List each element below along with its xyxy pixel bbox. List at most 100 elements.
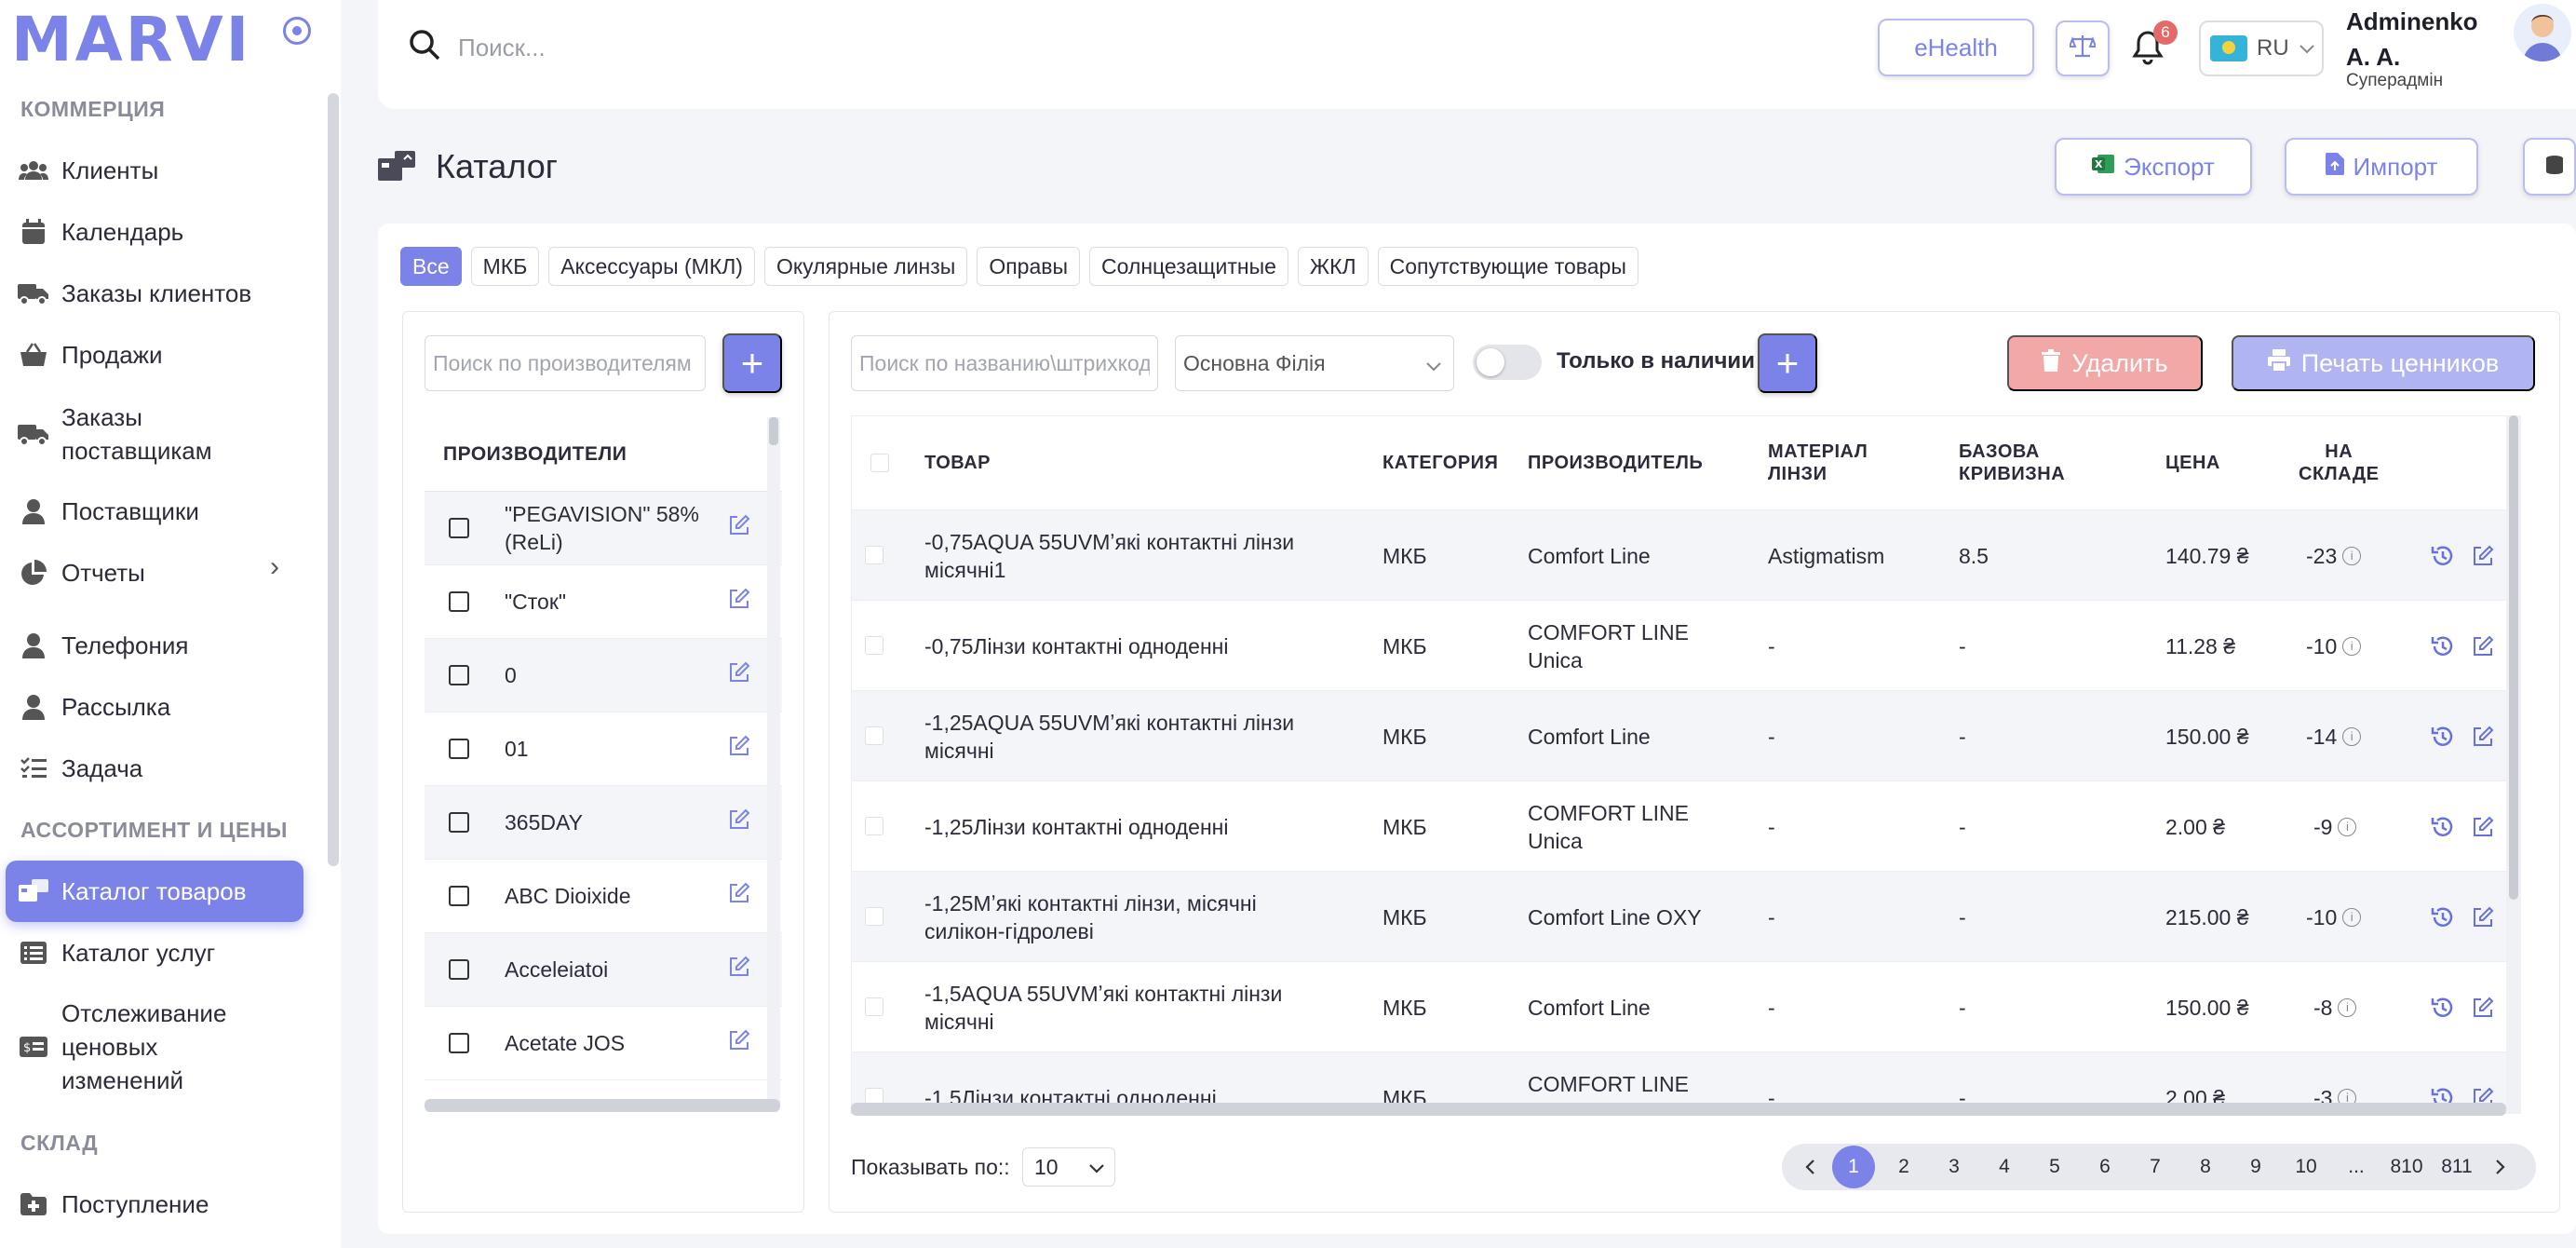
next-page-icon[interactable]	[2482, 1159, 2519, 1175]
history-icon[interactable]	[2431, 510, 2455, 601]
list-item[interactable]: "Сток"	[425, 565, 782, 639]
table-row[interactable]: -0,75Лінзи контактні одноденні МКБ COMFO…	[852, 600, 2520, 691]
products-table-scrollbar[interactable]	[2506, 415, 2521, 1114]
sidebar-item-product-catalog[interactable]: Каталог товаров	[6, 861, 303, 922]
app-logo[interactable]: MARVI	[11, 4, 251, 75]
edit-icon[interactable]	[2472, 691, 2494, 781]
edit-icon[interactable]	[728, 661, 750, 689]
checkbox[interactable]	[449, 812, 469, 833]
table-row[interactable]: -1,5AQUA 55UVMʼякі контактні лінзи місяч…	[852, 961, 2520, 1052]
checkbox[interactable]	[449, 886, 469, 906]
info-icon[interactable]: i	[2342, 907, 2362, 927]
edit-icon[interactable]	[728, 1029, 750, 1057]
edit-icon[interactable]	[2472, 601, 2494, 691]
sidebar-item-mailing[interactable]: Рассылка	[6, 689, 303, 725]
checkbox[interactable]	[449, 518, 469, 538]
product-name[interactable]: -1,25Лінзи контактні одноденні	[924, 781, 1334, 872]
history-icon[interactable]	[2431, 872, 2455, 962]
row-checkbox[interactable]	[865, 726, 883, 745]
history-icon[interactable]	[2431, 601, 2455, 691]
info-icon[interactable]: i	[2338, 997, 2357, 1017]
page-button[interactable]: 8	[2180, 1146, 2231, 1188]
list-item[interactable]: Acceleiatoi	[425, 933, 782, 1007]
history-icon[interactable]	[2431, 691, 2455, 781]
only-in-stock-toggle[interactable]	[1473, 345, 1542, 380]
product-name[interactable]: -1,25Мʼякі контактні лінзи, місячні силі…	[924, 872, 1334, 962]
sidebar-item-suppliers[interactable]: Поставщики	[6, 494, 303, 529]
tab-spectacle-lenses[interactable]: Окулярные линзы	[763, 247, 968, 286]
page-button[interactable]: 4	[1979, 1146, 2030, 1188]
tab-zhkl[interactable]: ЖКЛ	[1297, 247, 1369, 286]
sidebar-item-calendar[interactable]: Календарь	[6, 214, 303, 250]
history-icon[interactable]	[2431, 781, 2455, 872]
delete-button[interactable]: Удалить	[2007, 335, 2203, 391]
avatar[interactable]	[2514, 4, 2571, 61]
tab-accessories[interactable]: Аксессуары (МКЛ)	[548, 247, 755, 286]
import-button[interactable]: Импорт	[2285, 138, 2478, 196]
page-button[interactable]: 2	[1879, 1146, 1929, 1188]
page-button[interactable]: 5	[2030, 1146, 2080, 1188]
tab-all[interactable]: Все	[400, 247, 462, 286]
print-price-tags-button[interactable]: Печать ценников	[2232, 335, 2535, 391]
table-row[interactable]: -1,25Мʼякі контактні лінзи, місячні силі…	[852, 871, 2520, 962]
edit-icon[interactable]	[2472, 962, 2494, 1052]
manufacturer-list-scrollbar[interactable]	[767, 417, 780, 1103]
info-icon[interactable]: i	[2338, 817, 2357, 836]
list-item[interactable]: 365DAY	[425, 786, 782, 860]
prev-page-icon[interactable]	[1791, 1159, 1828, 1175]
row-checkbox[interactable]	[865, 636, 883, 655]
ehealth-button[interactable]: eHealth	[1878, 19, 2034, 76]
list-item[interactable]: ABC Dioixide	[425, 860, 782, 933]
sidebar-item-receipt[interactable]: Поступление	[6, 1187, 303, 1222]
column-header-base-curve[interactable]: БАЗОВА КРИВИЗНА	[1959, 416, 2065, 509]
database-button[interactable]	[2523, 138, 2576, 196]
page-button[interactable]: 810	[2381, 1146, 2432, 1188]
manufacturer-search-input[interactable]	[425, 335, 706, 391]
sidebar-item-tasks[interactable]: Задача	[6, 751, 303, 786]
checkbox[interactable]	[449, 959, 469, 980]
list-item[interactable]: Acetate JOS	[425, 1007, 782, 1080]
edit-icon[interactable]	[2472, 510, 2494, 601]
list-item[interactable]: 01	[425, 712, 782, 786]
edit-icon[interactable]	[728, 882, 750, 910]
per-page-select[interactable]: 10	[1022, 1147, 1115, 1187]
product-name[interactable]: -0,75Лінзи контактні одноденні	[924, 601, 1334, 691]
scales-button[interactable]	[2056, 20, 2110, 76]
row-checkbox[interactable]	[865, 817, 883, 835]
global-search-input[interactable]	[458, 26, 1296, 69]
list-item[interactable]: "PEGAVISION" 58% (ReLi)	[425, 492, 782, 565]
tab-mkb[interactable]: МКБ	[470, 247, 540, 286]
checkbox[interactable]	[449, 739, 469, 759]
edit-icon[interactable]	[2472, 781, 2494, 872]
sidebar-scrollbar[interactable]	[328, 93, 339, 866]
page-button[interactable]: 10	[2281, 1146, 2331, 1188]
edit-icon[interactable]	[728, 956, 750, 983]
page-button[interactable]: 9	[2231, 1146, 2281, 1188]
product-name[interactable]: -1,25AQUA 55UVMʼякі контактні лінзи міся…	[924, 691, 1334, 781]
sidebar-item-telephony[interactable]: Телефония	[6, 628, 303, 663]
edit-icon[interactable]	[728, 588, 750, 616]
add-manufacturer-button[interactable]: +	[722, 333, 782, 393]
edit-icon[interactable]	[2472, 872, 2494, 962]
edit-icon[interactable]	[728, 808, 750, 836]
info-icon[interactable]: i	[2342, 546, 2362, 565]
column-header-material[interactable]: МАТЕРІАЛ ЛІНЗИ	[1768, 416, 1868, 509]
sidebar-item-reports[interactable]: Отчеты ›	[6, 551, 303, 590]
column-header-category[interactable]: КАТЕГОРИЯ	[1382, 416, 1498, 509]
page-button[interactable]: 1	[1832, 1146, 1875, 1188]
info-icon[interactable]: i	[2342, 726, 2362, 746]
manufacturer-list-hscrollbar[interactable]	[425, 1099, 780, 1112]
page-button[interactable]: 811	[2432, 1146, 2482, 1188]
user-name[interactable]: Adminenko A. A.	[2346, 4, 2478, 75]
edit-icon[interactable]	[728, 735, 750, 763]
page-button[interactable]: 3	[1929, 1146, 1979, 1188]
checkbox[interactable]	[449, 1033, 469, 1053]
select-all-checkbox[interactable]	[870, 454, 889, 472]
info-icon[interactable]: i	[2342, 636, 2362, 656]
sidebar-item-client-orders[interactable]: Заказы клиентов	[6, 276, 303, 311]
add-product-button[interactable]: +	[1758, 333, 1817, 393]
sidebar-item-clients[interactable]: Клиенты	[6, 153, 303, 188]
tab-related-goods[interactable]: Сопутствующие товары	[1377, 247, 1639, 286]
export-button[interactable]: X Экспорт	[2055, 138, 2252, 196]
history-icon[interactable]	[2431, 962, 2455, 1052]
